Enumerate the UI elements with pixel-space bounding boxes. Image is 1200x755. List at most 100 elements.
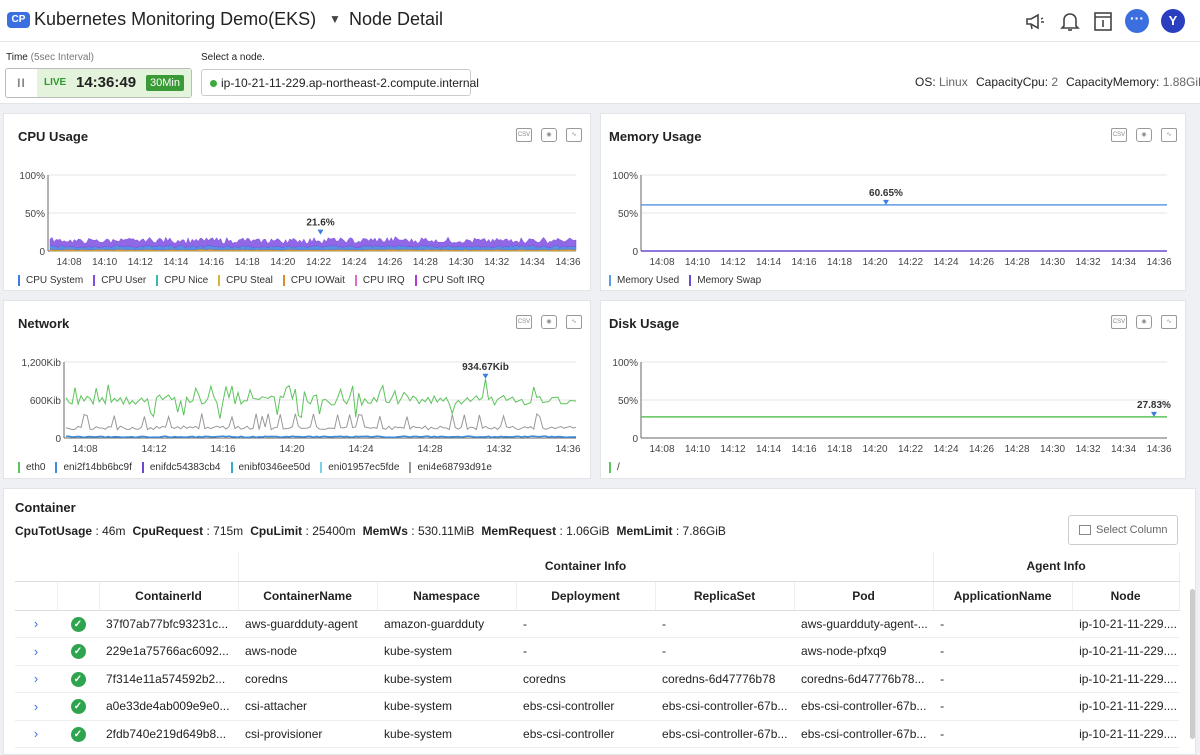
y-tick-label: 0 [39,247,45,258]
column-header[interactable]: ContainerName [238,581,378,611]
table-cell: aws-guardduty-agent-... [794,610,934,638]
x-tick-label: 14:28 [417,444,442,455]
legend-item[interactable]: CPU User [93,275,146,286]
expand-row-icon[interactable]: › [15,637,57,666]
legend-item[interactable]: eni01957ec5fde [320,462,399,473]
status-ok-icon: ✓ [70,616,86,632]
table-cell: - [655,610,795,638]
column-header[interactable]: ApplicationName [933,581,1073,611]
document-icon[interactable] [1091,9,1115,33]
column-header[interactable]: ReplicaSet [655,581,795,611]
legend-item[interactable]: eth0 [18,462,45,473]
x-tick-label: 14:12 [720,444,745,455]
legend-item[interactable]: CPU Soft IRQ [414,275,485,286]
x-tick-label: 14:30 [449,257,474,268]
vertical-scrollbar[interactable] [1190,589,1195,739]
top-bar: CP Kubernetes Monitoring Demo(EKS) ▼ Nod… [0,0,1200,42]
legend-item[interactable]: CPU Nice [156,275,208,286]
bell-icon[interactable] [1058,9,1082,33]
legend-item[interactable]: eni4e68793d91e [409,462,492,473]
status-cell: ✓ [57,637,99,666]
table-row[interactable]: › ✓ 7f314e11a574592b2... coredns kube-system… [15,665,1180,693]
legend-item[interactable]: CPU IRQ [354,275,405,286]
x-tick-label: 14:22 [306,257,331,268]
table-cell: - [933,610,1073,638]
project-title[interactable]: Kubernetes Monitoring Demo(EKS) [34,9,316,30]
x-tick-label: 14:32 [1075,257,1100,268]
avatar[interactable]: Y [1161,9,1185,33]
network-chart[interactable]: 1,200Kib 600Kib 0 14:08 14:12 14:16 14:20 14:24… [4,301,592,480]
stat-value: 25400m [312,524,356,538]
table-cell: - [933,692,1073,721]
time-range-button[interactable]: 30Min [146,75,184,91]
table-cell: coredns [238,665,378,693]
container-stats: CpuTotUsage : 46m CpuRequest : 715m CpuLim… [15,524,733,538]
table-cell: kube-system [377,637,517,666]
y-tick-label: 1,200Kib [22,358,62,369]
pause-button[interactable]: II [6,69,37,97]
os-value: Linux [939,75,968,89]
megaphone-icon[interactable] [1023,9,1047,33]
x-tick-label: 14:20 [862,444,887,455]
column-header[interactable]: Namespace [377,581,517,611]
expand-row-icon[interactable]: › [15,665,57,693]
project-dropdown-icon[interactable]: ▼ [329,12,341,26]
annotation-label: 60.65% [869,188,903,199]
stat-value: 530.11MiB [417,524,475,538]
live-indicator[interactable]: LIVE 14:36:49 30Min [37,69,191,97]
time-interval-text: (5sec Interval) [30,52,94,63]
disk-usage-chart[interactable]: 100% 50% 0 14:08 14:10 14:12 14:14 14:16 14:18 14… [601,301,1187,480]
time-selector: II LIVE 14:36:49 30Min [5,68,192,98]
capacity-memory-label: CapacityMemory: [1066,75,1160,89]
x-tick-label: 14:08 [72,444,97,455]
status-cell: ✓ [57,720,99,748]
x-tick-label: 14:36 [1146,257,1171,268]
x-tick-label: 14:36 [1146,444,1171,455]
stat-separator: : [672,524,683,538]
stat-separator: : [556,524,567,538]
legend-item[interactable]: eni2f14bb6bc9f [55,462,132,473]
legend-item[interactable]: Memory Swap [689,275,761,286]
expand-row-icon[interactable]: › [15,692,57,721]
table-cell: 37f07ab77bfc93231c... [99,610,239,638]
table-cell: ip-10-21-11-229.... [1072,610,1180,638]
network-legend: eth0 eni2f14bb6bc9f enifdc54383cb4 enibf034… [18,462,502,473]
status-ok-icon: ✓ [70,726,86,742]
project-badge: CP [7,12,30,28]
table-row[interactable]: › ✓ 37f07ab77bfc93231c... aws-guardduty-age… [15,610,1180,638]
cpu-usage-chart[interactable]: 100% 50% 0 14:08 14:10 14:12 14:14 14:16 14:18 14… [4,114,592,292]
expand-row-icon[interactable]: › [15,720,57,748]
table-cell: 2fdb740e219d649b8... [99,720,239,748]
column-header[interactable]: Deployment [516,581,656,611]
legend-item[interactable]: CPU Steal [218,275,273,286]
legend-item[interactable]: CPU IOWait [282,275,345,286]
node-select[interactable]: ip-10-21-11-229.ap-northeast-2.compute.i… [201,69,479,96]
chat-icon[interactable]: ··· [1125,9,1149,33]
y-tick-label: 100% [19,171,45,182]
table-row[interactable]: › ✓ 2fdb740e219d649b8... csi-provisioner kub… [15,720,1180,748]
status-ok-icon: ✓ [70,671,86,687]
legend-item[interactable]: enibf0346ee50d [230,462,310,473]
select-column-button[interactable]: Select Column [1068,515,1178,545]
table-cell: - [933,637,1073,666]
expand-row-icon[interactable]: › [15,610,57,638]
y-tick-label: 50% [618,396,638,407]
column-header-expand [15,581,58,611]
x-tick-label: 14:28 [413,257,438,268]
x-tick-label: 14:26 [969,444,994,455]
column-header[interactable]: Pod [794,581,934,611]
x-tick-label: 14:08 [649,444,674,455]
columns-icon [1079,525,1091,535]
column-header[interactable]: ContainerId [99,581,239,611]
memory-usage-chart[interactable]: 100% 50% 0 14:08 14:10 14:12 14:14 14:16 14:18 14… [601,114,1187,292]
x-tick-label: 14:36 [555,257,580,268]
legend-item[interactable]: CPU System [18,275,83,286]
network-series-line [65,435,577,439]
column-header[interactable]: Node [1072,581,1180,611]
table-row[interactable]: › ✓ 229e1a75766ac6092... aws-node kube-syste… [15,637,1180,666]
legend-item[interactable]: enifdc54383cb4 [141,462,221,473]
legend-item[interactable]: Memory Used [609,275,679,286]
table-cell: - [933,720,1073,748]
table-row[interactable]: › ✓ a0e33de4ab009e9e0... csi-attacher kube-s… [15,692,1180,721]
legend-item[interactable]: / [609,462,620,473]
